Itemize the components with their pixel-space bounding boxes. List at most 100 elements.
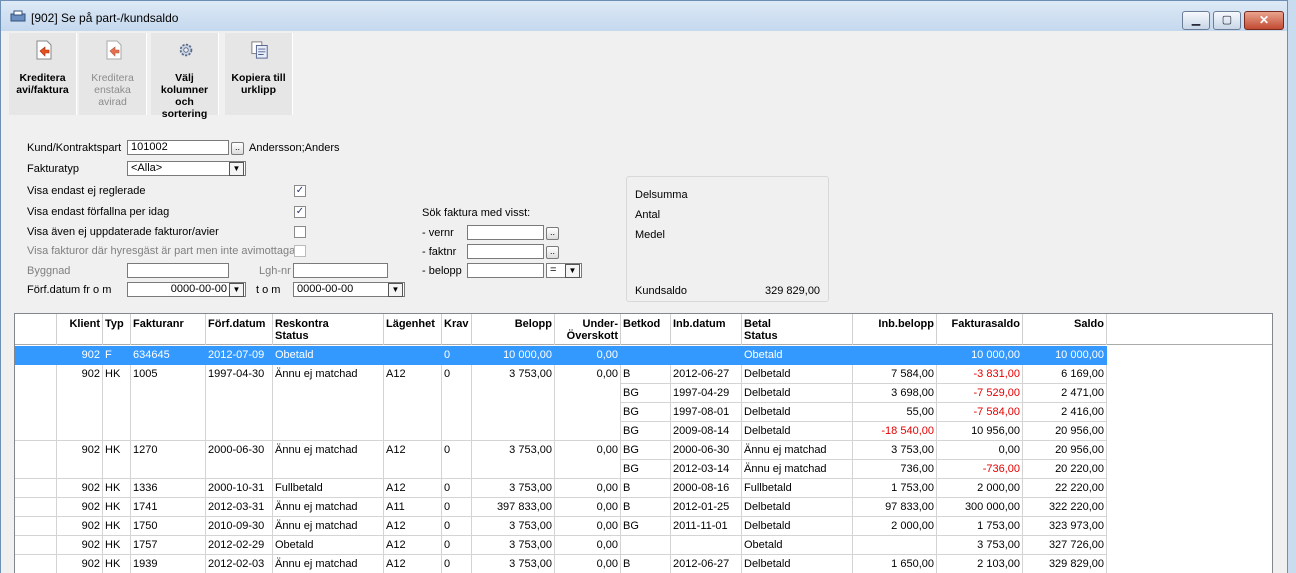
cell-fakturanr: 1939 xyxy=(131,555,206,573)
cell-inbbelopp: -18 540,00 xyxy=(853,422,937,441)
table-row[interactable]: 902 HK 1757 2012-02-29 Obetald A12 0 3 753,00 0,… xyxy=(15,536,1272,555)
chevron-down-icon[interactable]: ▼ xyxy=(565,264,580,278)
forf-label: Förf.datum fr o m xyxy=(27,284,112,296)
row-selector[interactable] xyxy=(15,460,57,479)
header-krav[interactable]: Krav xyxy=(442,314,472,345)
cell-belopp: 3 753,00 xyxy=(472,517,555,536)
header-fakturanr[interactable]: Fakturanr xyxy=(131,314,206,345)
cell-under-overskott xyxy=(555,403,621,422)
table-row[interactable]: BG 1997-08-01 Delbetald 55,00 -7 584,00 2 416… xyxy=(15,403,1272,422)
cell-krav: 0 xyxy=(442,479,472,498)
belopp-input[interactable] xyxy=(467,263,544,278)
header-forfdatum[interactable]: Förf.datum xyxy=(206,314,273,345)
cell-krav xyxy=(442,422,472,441)
header-betkod[interactable]: Betkod xyxy=(621,314,671,345)
credit-invoice-button[interactable]: Kreditera avi/faktura xyxy=(9,33,77,115)
cell-typ xyxy=(103,384,131,403)
faktnr-lookup-button[interactable]: .. xyxy=(546,246,559,259)
cell-belopp: 10 000,00 xyxy=(472,346,555,365)
copy-icon xyxy=(251,41,268,59)
chk4-checkbox[interactable] xyxy=(294,245,306,257)
choose-columns-button[interactable]: Välj kolumner och sortering xyxy=(151,33,219,120)
header-under-overskott[interactable]: Under- Överskott xyxy=(555,314,621,345)
row-selector[interactable] xyxy=(15,422,57,441)
row-selector[interactable] xyxy=(15,555,57,573)
row-selector[interactable] xyxy=(15,384,57,403)
chk1-checkbox[interactable]: ✓ xyxy=(294,185,306,197)
cell-belopp xyxy=(472,384,555,403)
row-selector[interactable] xyxy=(15,365,57,384)
row-selector[interactable] xyxy=(15,498,57,517)
cell-fakturanr: 1741 xyxy=(131,498,206,517)
vernr-input[interactable] xyxy=(467,225,544,240)
cell-forfdatum xyxy=(206,460,273,479)
cell-lagenhet: A12 xyxy=(384,479,442,498)
header-betal-status[interactable]: Betal Status xyxy=(742,314,853,345)
cell-krav xyxy=(442,403,472,422)
cell-typ xyxy=(103,403,131,422)
table-row[interactable]: 902 HK 1750 2010-09-30 Ännu ej matchad A12 0 3 … xyxy=(15,517,1272,536)
row-selector[interactable] xyxy=(15,346,57,365)
row-selector[interactable] xyxy=(15,403,57,422)
credit-row-button[interactable]: Kreditera enstaka avirad xyxy=(79,33,147,115)
cell-lagenhet xyxy=(384,346,442,365)
header-inbdatum[interactable]: Inb.datum xyxy=(671,314,742,345)
table-row[interactable]: 902 HK 1336 2000-10-31 Fullbetald A12 0 3 753,0… xyxy=(15,479,1272,498)
toolbar-label: Kreditera xyxy=(19,72,66,84)
toolbar-label: Kopiera till xyxy=(231,72,286,84)
cell-typ: HK xyxy=(103,498,131,517)
cell-forfdatum: 2000-10-31 xyxy=(206,479,273,498)
row-selector[interactable] xyxy=(15,479,57,498)
header-klient[interactable]: Klient xyxy=(57,314,103,345)
cell-saldo: 20 956,00 xyxy=(1023,441,1107,460)
chk2-checkbox[interactable]: ✓ xyxy=(294,206,306,218)
chevron-down-icon[interactable]: ▼ xyxy=(388,283,403,297)
cell-betal-status: Delbetald xyxy=(742,498,853,517)
table-row[interactable]: BG 2009-08-14 Delbetald -18 540,00 10 956,00… xyxy=(15,422,1272,441)
cell-inbdatum: 1997-08-01 xyxy=(671,403,742,422)
chevron-down-icon[interactable]: ▼ xyxy=(229,283,244,297)
table-row[interactable]: BG 1997-04-29 Delbetald 3 698,00 -7 529,00 2 … xyxy=(15,384,1272,403)
chevron-down-icon[interactable]: ▼ xyxy=(229,162,244,176)
table-row[interactable]: BG 2012-03-14 Ännu ej matchad 736,00 -736,00… xyxy=(15,460,1272,479)
row-selector[interactable] xyxy=(15,536,57,555)
cell-inbdatum: 2012-01-25 xyxy=(671,498,742,517)
faktnr-input[interactable] xyxy=(467,244,544,259)
vernr-lookup-button[interactable]: .. xyxy=(546,227,559,240)
header-lagenhet[interactable]: Lägenhet xyxy=(384,314,442,345)
invoice-grid[interactable]: Klient Typ Fakturanr Förf.datum Reskontra Sta… xyxy=(14,313,1273,573)
table-row[interactable]: 902 HK 1005 1997-04-30 Ännu ej matchad A12 0 3 … xyxy=(15,365,1272,384)
lgh-input[interactable] xyxy=(293,263,388,278)
chk3-checkbox[interactable] xyxy=(294,226,306,238)
tom-label: t o m xyxy=(256,284,281,296)
cell-belopp xyxy=(472,460,555,479)
toolbar-label: enstaka xyxy=(94,84,131,96)
header-typ[interactable]: Typ xyxy=(103,314,131,345)
header-reskontra-status[interactable]: Reskontra Status xyxy=(273,314,384,345)
kund-lookup-button[interactable]: .. xyxy=(231,142,244,155)
row-selector[interactable] xyxy=(15,441,57,460)
minimize-button[interactable]: ▁ xyxy=(1182,11,1210,30)
header-fakturasaldo[interactable]: Fakturasaldo xyxy=(937,314,1023,345)
cell-belopp: 3 753,00 xyxy=(472,479,555,498)
table-row[interactable]: 902 HK 1270 2000-06-30 Ännu ej matchad A12 0 3 … xyxy=(15,441,1272,460)
table-row[interactable]: 902 HK 1741 2012-03-31 Ännu ej matchad A11 0 39… xyxy=(15,498,1272,517)
header-line2: Krav xyxy=(444,318,469,330)
header-belopp[interactable]: Belopp xyxy=(472,314,555,345)
copy-clipboard-button[interactable]: Kopiera till urklipp xyxy=(225,33,293,115)
medel-label: Medel xyxy=(635,229,665,241)
cell-belopp xyxy=(472,403,555,422)
row-selector[interactable] xyxy=(15,517,57,536)
header-inbbelopp[interactable]: Inb.belopp xyxy=(853,314,937,345)
cell-krav: 0 xyxy=(442,555,472,573)
kund-input[interactable]: 101002 xyxy=(127,140,229,155)
maximize-button[interactable]: ▢ xyxy=(1213,11,1241,30)
table-row[interactable]: 902 F 634645 2012-07-09 Obetald 0 10 000,00 0,0… xyxy=(15,346,1272,365)
cell-inbbelopp: 3 753,00 xyxy=(853,441,937,460)
header-saldo[interactable]: Saldo xyxy=(1023,314,1107,345)
table-row[interactable]: 902 HK 1939 2012-02-03 Ännu ej matchad A12 0 3 … xyxy=(15,555,1272,573)
byggnad-input[interactable] xyxy=(127,263,229,278)
title-bar[interactable]: [902] Se på part-/kundsaldo ▁ ▢ ✕ xyxy=(1,1,1287,31)
cell-krav xyxy=(442,384,472,403)
close-button[interactable]: ✕ xyxy=(1244,11,1284,30)
